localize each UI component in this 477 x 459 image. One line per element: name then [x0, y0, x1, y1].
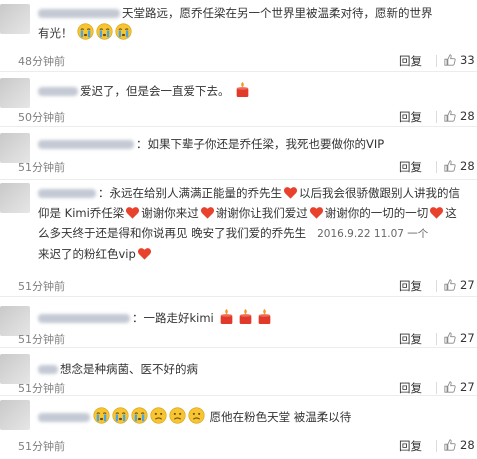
divider: [436, 333, 437, 345]
username-blurred[interactable]: [38, 365, 58, 374]
like-count: 27: [460, 331, 475, 345]
crying-face-icon: [96, 23, 113, 40]
comment-item: ：永远在给别人满满正能量的乔先生 以后我会很骄傲跟别人讲我的信 仰是 Kimi乔任…: [0, 180, 477, 297]
divider: [436, 280, 437, 292]
avatar[interactable]: [0, 400, 30, 430]
thumbs-up-icon: [444, 439, 456, 451]
heart-icon: [200, 205, 215, 220]
comment-text: 爱迟了，但是会一直爱下去。: [38, 81, 469, 101]
crying-face-icon: [77, 23, 94, 40]
reply-button[interactable]: 回复: [399, 331, 422, 347]
candle-icon: [218, 308, 235, 325]
divider: [436, 382, 437, 394]
like-button[interactable]: 27: [444, 331, 475, 345]
sad-face-icon: [188, 407, 205, 424]
divider: [436, 111, 437, 123]
comment-item: 天堂路远，愿乔任梁在另一个世界里被温柔对待，愿新的世界 有光！ 48分钟前 回复…: [0, 0, 477, 72]
username-blurred[interactable]: [38, 314, 130, 323]
like-count: 28: [460, 438, 475, 452]
comment-date-text: 2016.9.22 11.07 一个: [317, 228, 429, 240]
username-blurred[interactable]: [38, 140, 134, 149]
like-button[interactable]: 28: [444, 109, 475, 123]
like-count: 28: [460, 109, 475, 123]
heart-icon: [283, 185, 298, 200]
avatar[interactable]: [0, 183, 30, 213]
heart-icon: [125, 205, 140, 220]
crying-face-icon: [115, 23, 132, 40]
comment-item: ：如果下辈子你还是乔任梁，我死也要做你的VIP 51分钟前 回复 28: [0, 127, 477, 180]
divider: [436, 440, 437, 452]
like-count: 27: [460, 380, 475, 394]
comment-text: 愿他在粉色天堂 被温柔以待: [38, 407, 469, 427]
crying-face-icon: [93, 407, 110, 424]
thumbs-up-icon: [444, 279, 456, 291]
crying-face-icon: [131, 407, 148, 424]
like-button[interactable]: 28: [444, 438, 475, 452]
thumbs-up-icon: [444, 54, 456, 66]
avatar[interactable]: [0, 78, 30, 108]
timestamp: 48分钟前: [18, 55, 65, 68]
username-blurred[interactable]: [38, 189, 96, 198]
comment-text: 想念是种病菌、医不好的病: [38, 359, 469, 379]
like-button[interactable]: 28: [444, 159, 475, 173]
timestamp: 51分钟前: [18, 382, 65, 395]
reply-button[interactable]: 回复: [399, 380, 422, 396]
reply-button[interactable]: 回复: [399, 109, 422, 125]
heart-icon: [309, 205, 324, 220]
username-blurred[interactable]: [38, 413, 90, 422]
like-count: 27: [460, 278, 475, 292]
thumbs-up-icon: [444, 160, 456, 172]
comment-item: 愿他在粉色天堂 被温柔以待 51分钟前 回复 28: [0, 396, 477, 459]
timestamp: 51分钟前: [18, 161, 65, 174]
crying-face-icon: [112, 407, 129, 424]
comment-text: ：永远在给别人满满正能量的乔先生 以后我会很骄傲跟别人讲我的信 仰是 Kimi乔任…: [38, 185, 460, 261]
reply-button[interactable]: 回复: [399, 438, 422, 454]
comment-text: 天堂路远，愿乔任梁在另一个世界里被温柔对待，愿新的世界 有光！: [38, 6, 433, 40]
timestamp: 51分钟前: [18, 333, 65, 346]
like-button[interactable]: 27: [444, 380, 475, 394]
thumbs-up-icon: [444, 110, 456, 122]
comment-item: ：一路走好kimi 51分钟前 回复 27: [0, 297, 477, 348]
like-button[interactable]: 27: [444, 278, 475, 292]
like-count: 28: [460, 159, 475, 173]
comment-item: 爱迟了，但是会一直爱下去。 50分钟前 回复 28: [0, 72, 477, 127]
divider: [436, 161, 437, 173]
comment-text: ：一路走好kimi: [38, 308, 469, 328]
reply-button[interactable]: 回复: [399, 278, 422, 294]
like-count: 33: [460, 53, 475, 67]
comment-item: 想念是种病菌、医不好的病 51分钟前 回复 27: [0, 348, 477, 396]
reply-button[interactable]: 回复: [399, 159, 422, 175]
sad-face-icon: [150, 407, 167, 424]
timestamp: 51分钟前: [18, 440, 65, 453]
heart-icon: [429, 205, 444, 220]
avatar[interactable]: [0, 4, 30, 34]
reply-button[interactable]: 回复: [399, 53, 422, 69]
username-blurred[interactable]: [38, 87, 78, 96]
candle-icon: [237, 308, 254, 325]
candle-icon: [256, 308, 273, 325]
divider: [436, 55, 437, 67]
thumbs-up-icon: [444, 332, 456, 344]
sad-face-icon: [169, 407, 186, 424]
candle-icon: [234, 81, 251, 98]
like-button[interactable]: 33: [444, 53, 475, 67]
username-blurred[interactable]: [38, 9, 120, 18]
comment-text: ：如果下辈子你还是乔任梁，我死也要做你的VIP: [38, 134, 469, 154]
thumbs-up-icon: [444, 381, 456, 393]
heart-icon: [137, 246, 152, 261]
timestamp: 51分钟前: [18, 280, 65, 293]
timestamp: 50分钟前: [18, 111, 65, 124]
